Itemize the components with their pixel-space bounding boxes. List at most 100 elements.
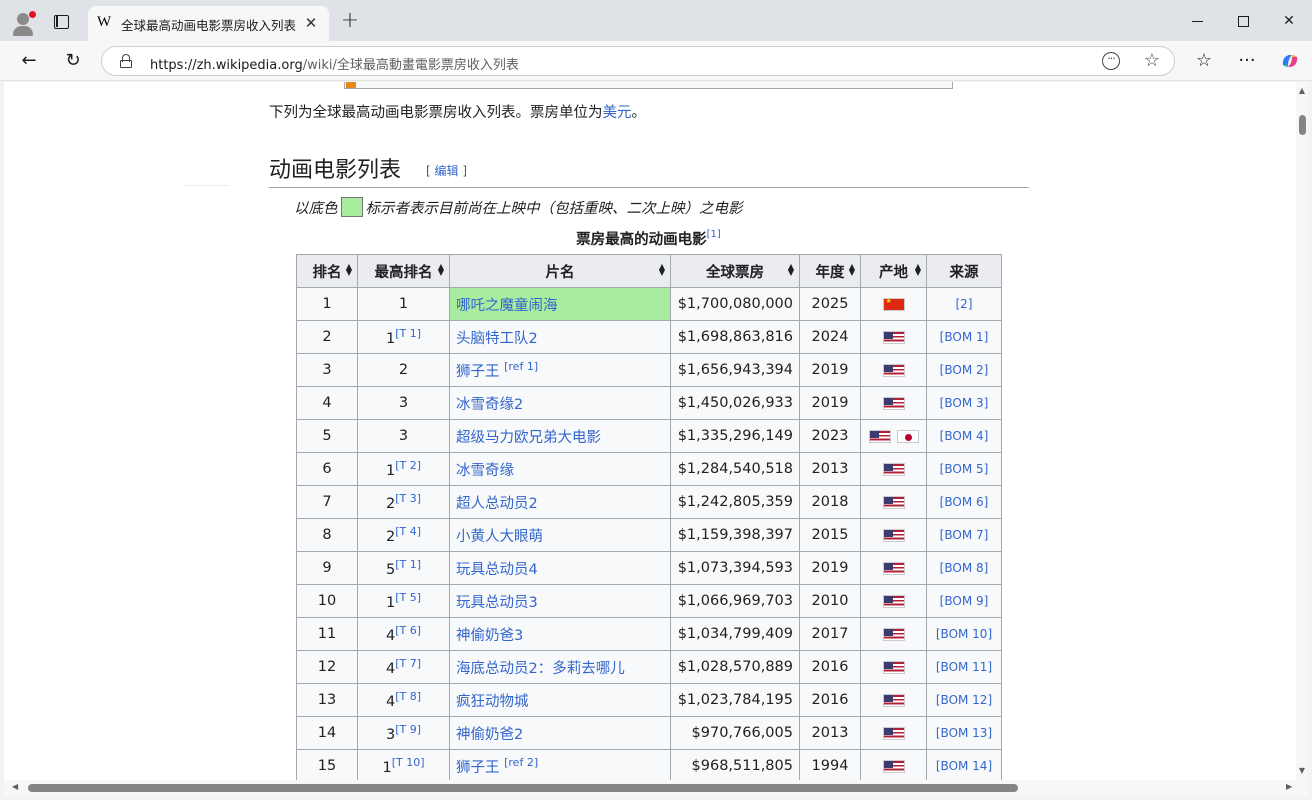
intro-paragraph: 下列为全球最高动画电影票房收入列表。票房单位为美元。 xyxy=(269,105,646,121)
ellipsis-icon[interactable]: ··· xyxy=(1232,47,1262,75)
peak-ref-link[interactable]: [T 10] xyxy=(392,756,425,769)
country-cell xyxy=(860,683,927,717)
peak-ref-link[interactable]: [T 3] xyxy=(395,492,421,505)
film-link[interactable]: 玩具总动员3 xyxy=(456,595,538,611)
film-link[interactable]: 哪吒之魔童闹海 xyxy=(456,298,558,314)
header-rank[interactable]: 排名 ▲ ▼ xyxy=(296,254,358,288)
flag-us-icon[interactable] xyxy=(882,462,905,476)
film-link[interactable]: 海底总动员2：多莉去哪儿 xyxy=(456,661,625,677)
back-arrow-icon[interactable]: ← xyxy=(14,47,44,75)
peak-ref-link[interactable]: [T 5] xyxy=(395,591,421,604)
film-link[interactable]: 狮子王 xyxy=(456,760,500,776)
vertical-scrollbar[interactable]: ▲ ▼ xyxy=(1296,82,1308,780)
peak-ref-link[interactable]: [T 1] xyxy=(395,327,421,340)
horizontal-scrollbar[interactable]: ◀ ▶ xyxy=(4,780,1308,796)
favorites-icon[interactable]: ☆ xyxy=(1189,47,1219,75)
flag-us-icon[interactable] xyxy=(882,726,905,740)
flag-us-icon[interactable] xyxy=(882,528,905,542)
header-country[interactable]: 产地 ▲ ▼ xyxy=(860,254,927,288)
film-link[interactable]: 狮子王 xyxy=(456,364,500,380)
flag-us-icon[interactable] xyxy=(882,759,905,773)
minimize-window-button[interactable] xyxy=(1174,6,1220,36)
close-window-button[interactable]: ✕ xyxy=(1266,6,1312,36)
caption-ref-link[interactable]: [1] xyxy=(707,229,721,240)
source-ref-link[interactable]: [BOM 9] xyxy=(940,594,989,608)
source-ref-link[interactable]: [BOM 12] xyxy=(936,693,992,707)
vertical-scroll-thumb[interactable] xyxy=(1299,115,1306,135)
rank-cell: 6 xyxy=(296,452,358,486)
flag-us-icon[interactable] xyxy=(868,429,891,443)
source-ref-link[interactable]: [BOM 8] xyxy=(940,561,989,575)
peak-ref-link[interactable]: [T 8] xyxy=(395,690,421,703)
film-link[interactable]: 小黄人大眼萌 xyxy=(456,529,543,545)
source-ref-link[interactable]: [BOM 4] xyxy=(940,429,989,443)
flag-us-icon[interactable] xyxy=(882,396,905,410)
film-link[interactable]: 疯狂动物城 xyxy=(456,694,529,710)
copilot-icon[interactable] xyxy=(1275,47,1305,75)
url-text[interactable]: https://zh.wikipedia.org/wiki/全球最高動畫電影票房… xyxy=(150,54,519,73)
source-ref-link[interactable]: [BOM 3] xyxy=(940,396,989,410)
address-bar[interactable]: https://zh.wikipedia.org/wiki/全球最高動畫電影票房… xyxy=(101,46,1175,76)
flag-us-icon[interactable] xyxy=(882,330,905,344)
usd-link[interactable]: 美元 xyxy=(603,105,632,121)
profile-icon[interactable] xyxy=(10,9,38,37)
lock-icon[interactable] xyxy=(120,54,132,68)
peak-ref-link[interactable]: [T 6] xyxy=(395,624,421,637)
title-ref-link[interactable]: [ref 2] xyxy=(504,756,538,769)
flag-us-icon[interactable] xyxy=(882,561,905,575)
peak-ref-link[interactable]: [T 7] xyxy=(395,657,421,670)
country-cell xyxy=(860,287,927,321)
film-link[interactable]: 神偷奶爸3 xyxy=(456,628,523,644)
source-ref-link[interactable]: [BOM 14] xyxy=(936,759,992,773)
source-ref-link[interactable]: [BOM 5] xyxy=(940,462,989,476)
peak-ref-link[interactable]: [T 2] xyxy=(395,459,421,472)
source-ref-link[interactable]: [BOM 1] xyxy=(940,330,989,344)
source-ref-link[interactable]: [BOM 10] xyxy=(936,627,992,641)
header-gross[interactable]: 全球票房 ▲ ▼ xyxy=(670,254,800,288)
source-ref-link[interactable]: [BOM 11] xyxy=(936,660,992,674)
flag-us-icon[interactable] xyxy=(882,693,905,707)
sort-icon: ▲ ▼ xyxy=(848,262,855,277)
gross-cell: $1,028,570,889 xyxy=(670,650,800,684)
table-header-row: 排名 ▲ ▼ 最高排名 ▲ ▼ 片名 ▲ ▼ 全球票房 ▲ ▼ 年度 ▲ ▼ 产地 ▲ ▼ 来… xyxy=(296,254,1002,288)
header-year[interactable]: 年度 ▲ ▼ xyxy=(799,254,861,288)
film-link[interactable]: 超级马力欧兄弟大电影 xyxy=(456,430,601,446)
browser-tab[interactable]: W 全球最高动画电影票房收入列表 - ✕ xyxy=(88,6,329,41)
film-link[interactable]: 玩具总动员4 xyxy=(456,562,538,578)
film-link[interactable]: 超人总动员2 xyxy=(456,496,538,512)
source-ref-link[interactable]: [BOM 7] xyxy=(940,528,989,542)
flag-cn-icon[interactable] xyxy=(882,297,905,311)
source-ref-link[interactable]: [BOM 6] xyxy=(940,495,989,509)
flag-us-icon[interactable] xyxy=(882,660,905,674)
reload-icon[interactable]: ↻ xyxy=(58,47,88,75)
flag-us-icon[interactable] xyxy=(882,627,905,641)
film-link[interactable]: 冰雪奇缘 xyxy=(456,463,514,479)
film-link[interactable]: 冰雪奇缘2 xyxy=(456,397,523,413)
edit-link[interactable]: 编辑 xyxy=(435,164,459,178)
star-icon[interactable]: ☆ xyxy=(1144,50,1160,71)
title-ref-link[interactable]: [ref 1] xyxy=(504,360,538,373)
country-cell xyxy=(860,584,927,618)
flag-us-icon[interactable] xyxy=(882,495,905,509)
header-peak[interactable]: 最高排名 ▲ ▼ xyxy=(357,254,450,288)
peak-ref-link[interactable]: [T 4] xyxy=(395,525,421,538)
source-ref-link[interactable]: [BOM 13] xyxy=(936,726,992,740)
year-cell: 2019 xyxy=(799,551,861,585)
new-tab-plus-icon[interactable]: + xyxy=(338,10,362,34)
maximize-window-button[interactable] xyxy=(1220,6,1266,36)
film-link[interactable]: 头脑特工队2 xyxy=(456,331,538,347)
source-ref-link[interactable]: [2] xyxy=(956,297,973,311)
source-ref-link[interactable]: [BOM 2] xyxy=(940,363,989,377)
flag-jp-icon[interactable] xyxy=(896,429,919,443)
header-title[interactable]: 片名 ▲ ▼ xyxy=(449,254,671,288)
more-options-icon[interactable]: ··· xyxy=(1102,52,1120,70)
tab-actions-icon[interactable] xyxy=(46,10,74,34)
peak-ref-link[interactable]: [T 1] xyxy=(395,558,421,571)
year-cell: 2018 xyxy=(799,485,861,519)
peak-ref-link[interactable]: [T 9] xyxy=(395,723,421,736)
horizontal-scroll-thumb[interactable] xyxy=(28,784,1018,792)
film-link[interactable]: 神偷奶爸2 xyxy=(456,727,523,743)
flag-us-icon[interactable] xyxy=(882,594,905,608)
flag-us-icon[interactable] xyxy=(882,363,905,377)
close-tab-icon[interactable]: ✕ xyxy=(301,13,321,33)
